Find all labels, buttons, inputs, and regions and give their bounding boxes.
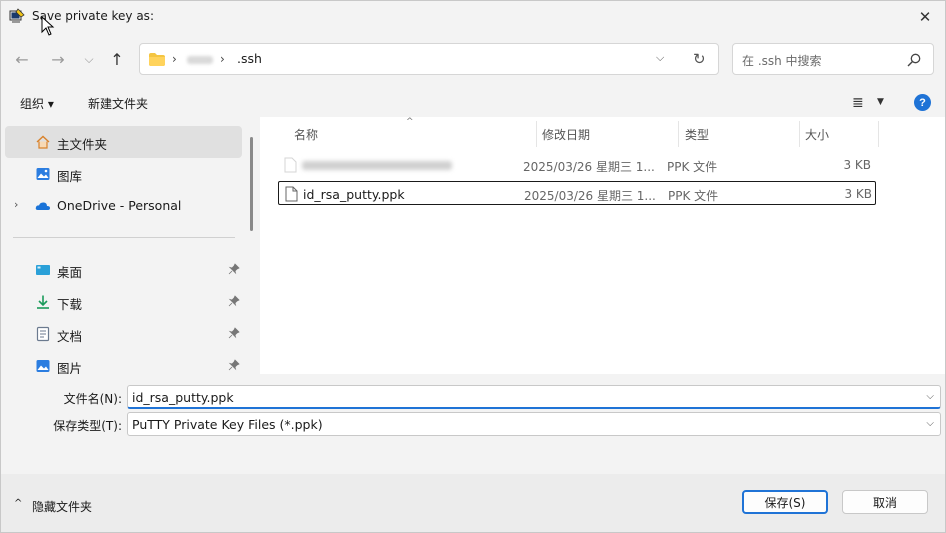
- documents-icon: [36, 326, 50, 342]
- desktop-icon: [36, 265, 50, 275]
- filetype-dropdown-icon[interactable]: ⌵: [926, 418, 934, 429]
- dialog-footer: ^ 隐藏文件夹 保存(S) 取消: [1, 474, 945, 532]
- recent-locations-button[interactable]: ⌵: [77, 47, 101, 71]
- save-button[interactable]: 保存(S): [742, 490, 828, 514]
- file-name-redacted: [302, 161, 452, 170]
- file-modified: 2025/03/26 星期三 1...: [524, 189, 656, 203]
- file-icon: [284, 157, 297, 173]
- filename-dropdown-icon[interactable]: ⌵: [926, 391, 934, 402]
- file-list: ^ 名称 修改日期 类型 大小 2025/03/26 星期三 1... PPK …: [260, 117, 945, 374]
- refresh-icon[interactable]: ↻: [693, 50, 706, 68]
- pin-icon[interactable]: [228, 327, 240, 339]
- folder-icon: [149, 53, 165, 66]
- putty-app-icon: [9, 8, 25, 23]
- file-row[interactable]: id_rsa_putty.ppk 2025/03/26 星期三 1... PPK…: [278, 181, 876, 205]
- filetype-select[interactable]: PuTTY Private Key Files (*.ppk) ⌵: [127, 412, 941, 436]
- file-size: 3 KB: [844, 187, 872, 201]
- pin-icon[interactable]: [228, 359, 240, 371]
- breadcrumb-separator: ›: [172, 52, 177, 66]
- sidebar-item-label: 桌面: [57, 265, 83, 280]
- sidebar-item-onedrive[interactable]: › OneDrive - Personal: [5, 190, 242, 222]
- pin-icon[interactable]: [228, 263, 240, 275]
- column-divider[interactable]: [878, 121, 879, 147]
- save-form: 文件名(N): id_rsa_putty.ppk ⌵ 保存类型(T): PuTT…: [1, 374, 945, 474]
- sidebar-item-documents[interactable]: 文档: [5, 318, 242, 350]
- file-size: 3 KB: [843, 158, 871, 172]
- expand-chevron-icon[interactable]: ›: [14, 198, 18, 211]
- new-folder-button[interactable]: 新建文件夹: [88, 95, 148, 112]
- up-button[interactable]: ↑: [105, 47, 129, 71]
- file-modified: 2025/03/26 星期三 1...: [523, 160, 655, 174]
- chevron-up-icon: ^: [14, 498, 23, 509]
- filename-value: id_rsa_putty.ppk: [132, 390, 234, 405]
- sidebar-divider: [13, 237, 235, 238]
- column-header-modified[interactable]: 修改日期: [537, 117, 677, 149]
- file-name: id_rsa_putty.ppk: [303, 187, 405, 202]
- filename-input[interactable]: id_rsa_putty.ppk ⌵: [127, 385, 941, 409]
- hide-folders-label: 隐藏文件夹: [32, 500, 93, 514]
- help-icon[interactable]: ?: [914, 94, 931, 111]
- column-header-type[interactable]: 类型: [679, 117, 799, 149]
- sidebar-item-label: 主文件夹: [57, 137, 108, 152]
- navigation-pane: 主文件夹 图库 › OneDrive - Personal 桌面 下载 文档 图…: [1, 122, 260, 376]
- sidebar-item-desktop[interactable]: 桌面: [5, 254, 242, 286]
- forward-button[interactable]: →: [46, 47, 70, 71]
- pictures-icon: [36, 360, 50, 372]
- view-options-caret-icon[interactable]: ▼: [877, 97, 884, 107]
- filetype-value: PuTTY Private Key Files (*.ppk): [132, 417, 323, 432]
- file-icon: [285, 186, 298, 202]
- mouse-cursor-icon: [41, 16, 55, 36]
- column-header-size[interactable]: 大小: [800, 117, 878, 149]
- sidebar-item-label: 图库: [57, 169, 83, 184]
- filename-label: 文件名(N):: [63, 392, 122, 406]
- sidebar-item-label: 下载: [57, 297, 83, 312]
- gallery-icon: [36, 168, 50, 180]
- close-button[interactable]: ✕: [913, 5, 937, 29]
- file-row[interactable]: 2025/03/26 星期三 1... PPK 文件 3 KB: [278, 153, 876, 177]
- column-header-name[interactable]: ^ 名称: [260, 117, 536, 149]
- file-type: PPK 文件: [668, 189, 719, 203]
- filetype-label: 保存类型(T):: [53, 419, 122, 433]
- search-icon: [907, 53, 921, 67]
- address-bar[interactable]: › › .ssh ⌵ ↻: [139, 43, 719, 75]
- back-button[interactable]: ←: [10, 47, 34, 71]
- breadcrumb-separator: ›: [220, 52, 225, 66]
- command-bar: 组织 ▾ 新建文件夹 ≣ ▼ ?: [1, 89, 945, 117]
- breadcrumb-redacted-user[interactable]: [187, 56, 213, 64]
- pin-icon[interactable]: [228, 295, 240, 307]
- sidebar-item-label: OneDrive - Personal: [57, 198, 182, 213]
- home-icon: [36, 135, 50, 149]
- cancel-button[interactable]: 取消: [842, 490, 928, 514]
- navigation-bar: ← → ⌵ ↑ › › .ssh ⌵ ↻ 在 .ssh 中搜索: [1, 39, 945, 79]
- save-dialog: Save private key as: ✕ ← → ⌵ ↑ › › .ssh …: [0, 0, 946, 533]
- view-options-icon[interactable]: ≣: [852, 95, 864, 111]
- download-icon: [37, 295, 49, 309]
- sidebar-item-gallery[interactable]: 图库: [5, 158, 242, 190]
- title-bar: Save private key as: ✕: [1, 1, 945, 33]
- search-input[interactable]: 在 .ssh 中搜索: [732, 43, 934, 75]
- sidebar-item-downloads[interactable]: 下载: [5, 286, 242, 318]
- onedrive-icon: [35, 202, 50, 210]
- sidebar-scrollbar[interactable]: [250, 137, 253, 231]
- organize-button[interactable]: 组织 ▾: [20, 95, 54, 112]
- sidebar-item-label: 文档: [57, 329, 83, 344]
- sort-ascending-icon: ^: [406, 117, 414, 127]
- search-placeholder: 在 .ssh 中搜索: [742, 54, 822, 68]
- sidebar-item-home[interactable]: 主文件夹: [5, 126, 242, 158]
- address-dropdown-icon[interactable]: ⌵: [656, 51, 664, 65]
- file-type: PPK 文件: [667, 160, 718, 174]
- breadcrumb-current[interactable]: .ssh: [237, 51, 262, 66]
